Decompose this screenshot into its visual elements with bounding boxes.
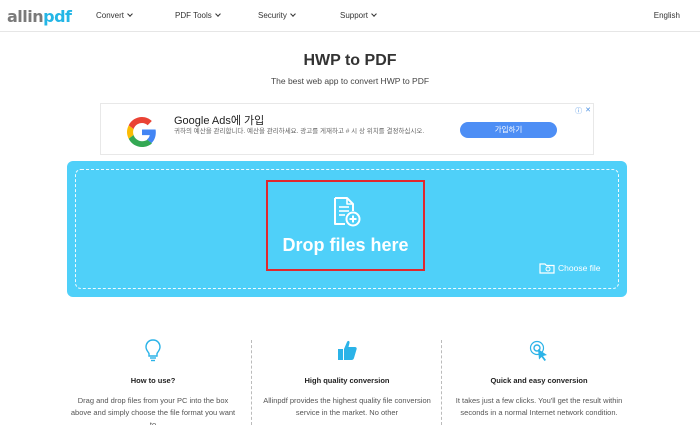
chevron-down-icon [371, 11, 377, 17]
nav-convert-label: Convert [96, 11, 125, 20]
nav-pdf-tools-label: PDF Tools [175, 11, 212, 20]
feature-divider [251, 340, 252, 425]
nav-pdf-tools[interactable]: PDF Tools [175, 11, 221, 20]
choose-file-label: Choose file [558, 263, 601, 273]
page-subtitle: The best web app to convert HWP to PDF [270, 76, 430, 86]
ad-title: Google Ads에 가입 [174, 115, 265, 127]
drop-files-text: Drop files here [282, 235, 409, 255]
ad-info-icon[interactable]: ⓘ [575, 106, 582, 116]
folder-icon [539, 263, 555, 274]
language-selector[interactable]: English [654, 11, 680, 20]
google-g-icon [127, 117, 156, 147]
nav-convert[interactable]: Convert [96, 11, 133, 20]
feature-high-quality: High quality conversion Allinpdf provide… [262, 338, 432, 419]
feature-title: How to use? [130, 376, 176, 385]
logo-text-pdf: pdf [43, 6, 72, 26]
feature-divider [441, 340, 442, 425]
add-file-icon [334, 197, 361, 227]
feature-description: Drag and drop files from your PC into th… [70, 396, 236, 425]
choose-file-button[interactable]: Choose file [539, 262, 601, 274]
page-title: HWP to PDF [303, 52, 397, 69]
nav-support[interactable]: Support [340, 11, 377, 20]
close-icon[interactable]: ✕ [585, 106, 591, 116]
ad-choices[interactable]: ⓘ ✕ [575, 106, 591, 116]
top-navbar: allin pdf Convert PDF Tools Security Supp… [0, 0, 700, 32]
ad-description: 귀하의 예산을 관리합니다. 예산을 관리하세요. 광고를 게재하고 # 시 상… [174, 128, 425, 135]
feature-quick-easy: Quick and easy conversion It takes just … [454, 338, 624, 419]
chevron-down-icon [214, 11, 221, 17]
logo-text-allin: allin [7, 6, 44, 26]
click-icon [529, 340, 547, 361]
feature-description: It takes just a few clicks. You'll get t… [455, 396, 623, 417]
nav-security[interactable]: Security [258, 11, 296, 20]
lightbulb-icon [145, 339, 161, 362]
chevron-down-icon [290, 11, 296, 17]
feature-title: Quick and easy conversion [490, 376, 588, 385]
feature-how-to-use: How to use? Drag and drop files from you… [68, 338, 238, 425]
feature-title: High quality conversion [304, 376, 390, 385]
ad-banner[interactable]: Google Ads에 가입 귀하의 예산을 관리합니다. 예산을 관리하세요.… [100, 103, 594, 155]
thumbs-up-icon [338, 340, 357, 360]
ad-signup-button[interactable]: 가입하기 [460, 122, 557, 138]
allinpdf-logo[interactable]: allin pdf [7, 6, 72, 26]
chevron-down-icon [127, 11, 133, 17]
nav-security-label: Security [258, 11, 287, 20]
feature-description: Allinpdf provides the highest quality fi… [263, 396, 431, 417]
nav-support-label: Support [340, 11, 369, 20]
